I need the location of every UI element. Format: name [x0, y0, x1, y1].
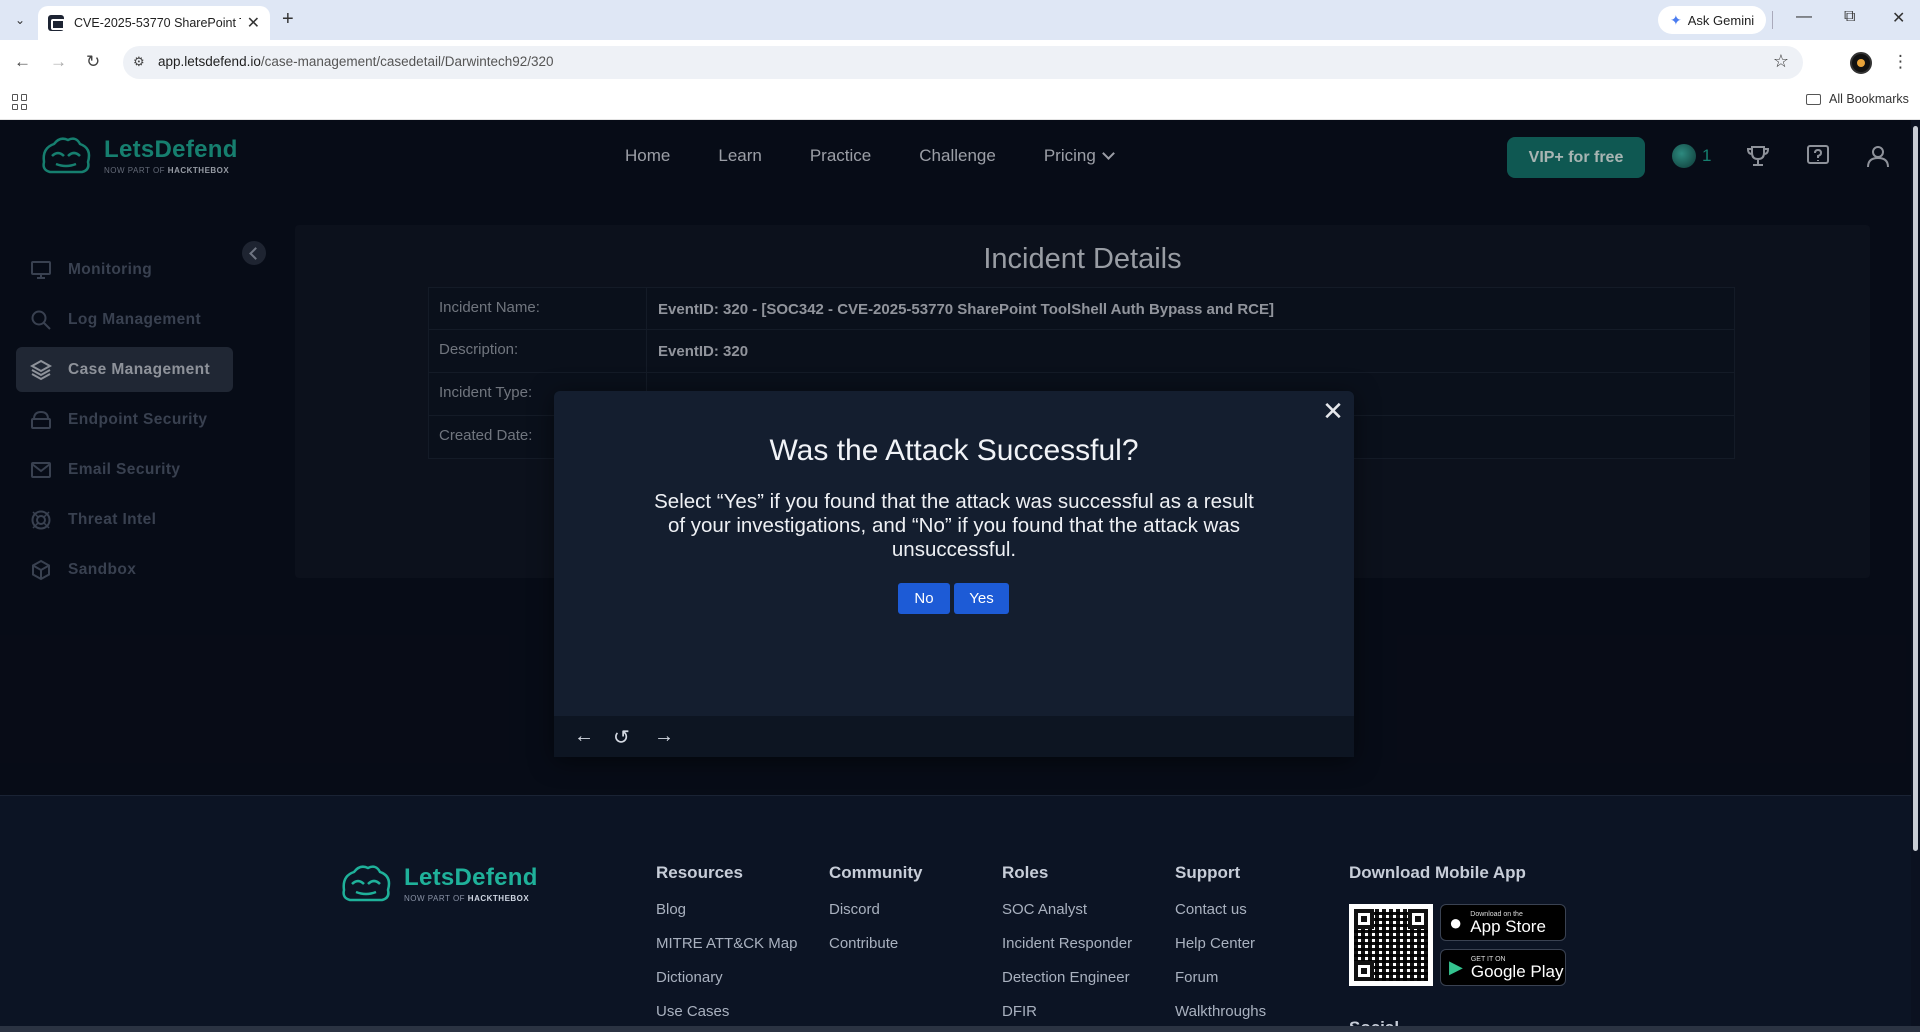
tab-favicon-icon: [48, 15, 65, 31]
footer-heading: Download Mobile App: [1349, 863, 1526, 882]
arrow-right-icon[interactable]: →: [654, 725, 674, 748]
footer-link-dictionary[interactable]: Dictionary: [656, 969, 797, 986]
footer-link-mitre[interactable]: MITRE ATT&CK Map: [656, 935, 797, 952]
ask-gemini-label: Ask Gemini: [1687, 12, 1755, 28]
qr-code: [1349, 904, 1433, 986]
browser-menu-icon[interactable]: ⋮: [1892, 52, 1909, 72]
footer-link-forum[interactable]: Forum: [1175, 969, 1266, 986]
footer-heading: Support: [1175, 863, 1241, 882]
footer-heading: Roles: [1002, 863, 1049, 882]
footer-link-soc-analyst[interactable]: SOC Analyst: [1002, 901, 1132, 918]
footer-column-roles: Roles SOC Analyst Incident Responder Det…: [1002, 863, 1132, 1032]
footer-heading: Resources: [656, 863, 743, 882]
url-text: app.letsdefend.io/case-management/casede…: [158, 54, 554, 69]
folder-icon: [1806, 93, 1821, 105]
footer-logo-subtitle: NOW PART OF HACKTHEBOX: [404, 893, 530, 903]
footer-link-contribute[interactable]: Contribute: [829, 935, 923, 952]
toolbar-divider: [1772, 11, 1773, 29]
google-play-big-text: Google Play: [1470, 961, 1564, 981]
footer-link-detection-engineer[interactable]: Detection Engineer: [1002, 969, 1132, 986]
gemini-sparkle-icon: ✦: [1670, 11, 1682, 28]
footer-column-community: Community Discord Contribute: [829, 863, 923, 969]
modal-title: Was the Attack Successful?: [769, 434, 1139, 467]
restore-icon[interactable]: ⧉: [1844, 8, 1855, 26]
footer-link-dfir[interactable]: DFIR: [1002, 1003, 1132, 1020]
footer-link-discord[interactable]: Discord: [829, 901, 923, 918]
modal-description: Select “Yes” if you found that the attac…: [654, 490, 1254, 561]
google-play-badge[interactable]: ▶ GET IT ON Google Play: [1440, 949, 1566, 986]
google-play-icon: ▶: [1449, 957, 1463, 977]
minimize-icon[interactable]: —: [1796, 8, 1812, 26]
browser-tab[interactable]: CVE-2025-53770 SharePoint To ✕: [38, 6, 270, 40]
modal-footer: [554, 716, 1354, 757]
letsdefend-logo-icon: [342, 865, 391, 902]
app-store-badge[interactable]: ● Download on the App Store: [1440, 904, 1566, 941]
back-icon[interactable]: ←: [14, 52, 31, 72]
yes-button[interactable]: Yes: [954, 583, 1009, 614]
all-bookmarks-button[interactable]: All Bookmarks: [1806, 92, 1909, 106]
forward-icon[interactable]: →: [50, 52, 67, 72]
footer-column-mobile: Download Mobile App: [1349, 863, 1526, 901]
bookmarks-bar: [0, 86, 1920, 120]
restart-icon[interactable]: ↺: [613, 725, 630, 750]
footer-link-incident-responder[interactable]: Incident Responder: [1002, 935, 1132, 952]
apps-grid-icon[interactable]: [12, 94, 28, 110]
footer-column-resources: Resources Blog MITRE ATT&CK Map Dictiona…: [656, 863, 797, 1032]
profile-avatar[interactable]: [1850, 52, 1872, 74]
new-tab-button[interactable]: +: [282, 8, 294, 31]
tab-search-chevron-icon[interactable]: ⌄: [8, 8, 32, 32]
footer-logo[interactable]: LetsDefend NOW PART OF HACKTHEBOX: [338, 862, 538, 904]
apple-icon: ●: [1449, 909, 1463, 935]
arrow-left-icon[interactable]: ←: [574, 725, 594, 748]
all-bookmarks-label: All Bookmarks: [1829, 92, 1909, 106]
scrollbar-thumb[interactable]: [1913, 126, 1918, 851]
footer-link-blog[interactable]: Blog: [656, 901, 797, 918]
tab-close-icon[interactable]: ✕: [247, 13, 260, 33]
ask-gemini-button[interactable]: ✦ Ask Gemini: [1658, 6, 1767, 34]
bottom-strip: [0, 1026, 1920, 1032]
tab-title: CVE-2025-53770 SharePoint To: [74, 16, 241, 30]
footer-column-support: Support Contact us Help Center Forum Wal…: [1175, 863, 1266, 1032]
no-button[interactable]: No: [898, 583, 950, 614]
bookmark-star-icon[interactable]: ☆: [1773, 51, 1789, 72]
footer-logo-name: LetsDefend: [404, 863, 538, 891]
site-footer: [0, 795, 1920, 1032]
close-icon[interactable]: ✕: [1322, 398, 1344, 424]
footer-link-walkthroughs[interactable]: Walkthroughs: [1175, 1003, 1266, 1020]
footer-heading: Community: [829, 863, 923, 882]
footer-link-help-center[interactable]: Help Center: [1175, 935, 1266, 952]
footer-link-use-cases[interactable]: Use Cases: [656, 1003, 797, 1020]
site-info-icon[interactable]: ⚙: [133, 54, 145, 70]
address-bar[interactable]: ⚙ app.letsdefend.io/case-management/case…: [123, 46, 1803, 79]
footer-link-contact[interactable]: Contact us: [1175, 901, 1266, 918]
reload-icon[interactable]: ↻: [86, 52, 100, 72]
window-close-icon[interactable]: ✕: [1892, 8, 1905, 28]
app-store-big-text: App Store: [1470, 916, 1546, 936]
